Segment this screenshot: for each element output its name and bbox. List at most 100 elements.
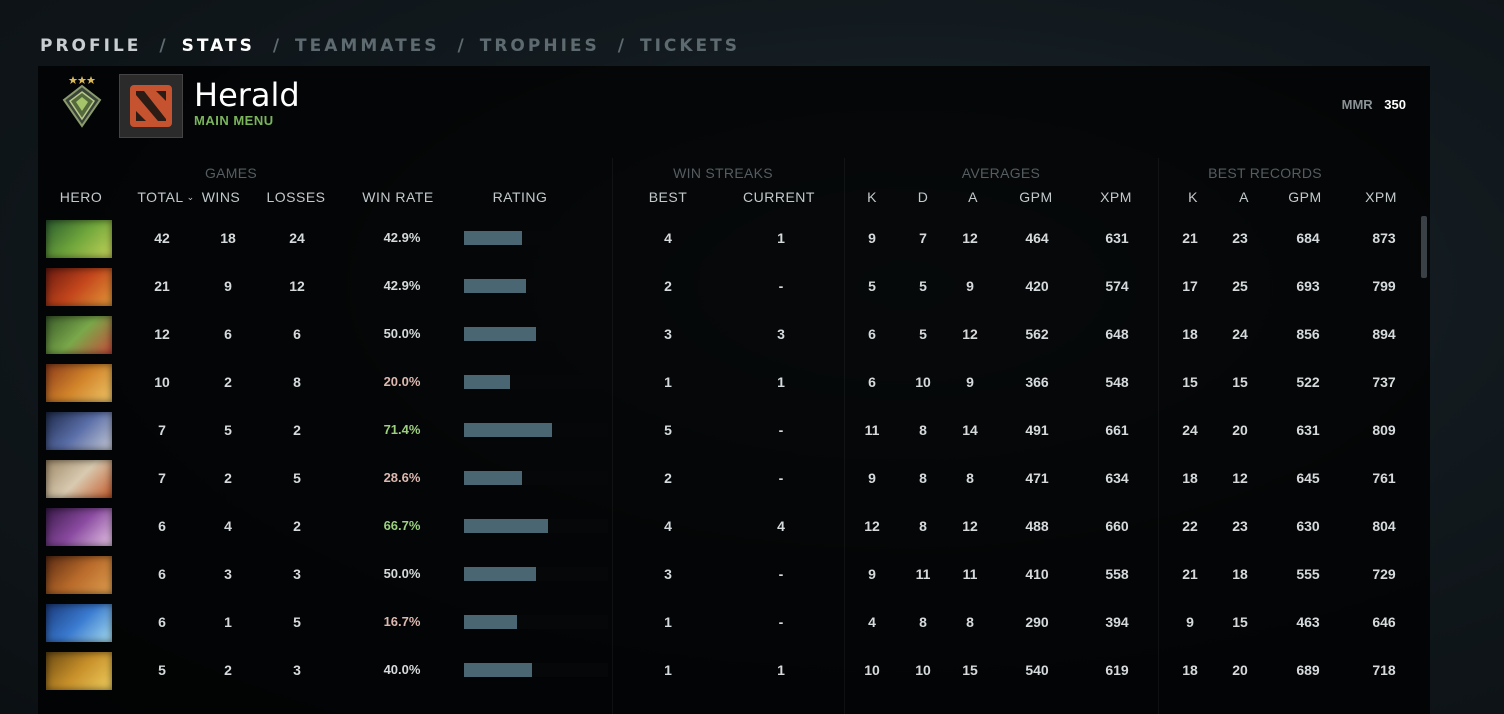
cell-avg-a: 15	[962, 662, 978, 678]
column-header-avg-assists[interactable]: A	[959, 189, 987, 205]
table-row[interactable]: 6 1 5 16.7% 1-4 8 8 290 394 9 15 463 646	[38, 598, 1430, 646]
hero-portrait[interactable]	[46, 412, 112, 450]
rating-bar-fill	[464, 663, 532, 677]
rating-bar	[464, 567, 608, 581]
hero-portrait[interactable]	[46, 364, 112, 402]
cell-win-rate: 16.7%	[383, 614, 421, 629]
column-header-rating[interactable]: RATING	[480, 189, 560, 205]
cell-best-k: 18	[1182, 470, 1198, 486]
rating-bar	[464, 663, 608, 677]
cell-losses: 24	[289, 230, 305, 246]
cell-best-gpm: 693	[1296, 278, 1320, 294]
column-header-avg-xpm[interactable]: XPM	[1092, 189, 1140, 205]
cell-avg-gpm: 464	[1025, 230, 1049, 246]
rating-bar-fill	[464, 375, 510, 389]
column-header-best-kills[interactable]: K	[1179, 189, 1207, 205]
cell-avg-k: 6	[868, 374, 876, 390]
column-header-total[interactable]: TOTAL ⌄	[130, 189, 202, 205]
cell-best-xpm: 737	[1372, 374, 1396, 390]
cell-best-a: 12	[1232, 470, 1248, 486]
rating-bar	[464, 279, 608, 293]
nav-stats[interactable]: STATS	[182, 36, 255, 56]
hero-portrait[interactable]	[46, 268, 112, 306]
nav-tickets[interactable]: TICKETS	[640, 36, 740, 56]
cell-best-gpm: 645	[1296, 470, 1320, 486]
table-row[interactable]: 7 5 2 71.4% 5 - 11 8 14 491 661 24 20 631 809	[38, 406, 1430, 454]
rating-bar	[464, 423, 608, 437]
column-header-avg-gpm[interactable]: GPM	[1012, 189, 1060, 205]
cell-best-xpm: 809	[1372, 422, 1396, 438]
nav-profile[interactable]: PROFILE	[40, 36, 141, 56]
column-header-best-assists[interactable]: A	[1230, 189, 1258, 205]
mmr-label: MMR	[1341, 97, 1373, 112]
column-header-avg-kills[interactable]: K	[858, 189, 886, 205]
cell-best-a: 18	[1232, 566, 1248, 582]
hero-portrait[interactable]	[46, 556, 112, 594]
column-header-avg-deaths[interactable]: D	[909, 189, 937, 205]
table-row[interactable]: 21 9 12 42.9% 2 - 5 5 9 420 574 17 25 693 799	[38, 262, 1430, 310]
cell-best-k: 9	[1186, 614, 1194, 630]
cell-best-a: 20	[1232, 422, 1248, 438]
cell-best-gpm: 689	[1296, 662, 1320, 678]
hero-portrait[interactable]	[46, 508, 112, 546]
hero-portrait[interactable]	[46, 220, 112, 258]
table-row[interactable]: 6 4 2 66.7% 4 4 12 8 12 488 660 22 23 630 804	[38, 502, 1430, 550]
cell-losses: 2	[293, 518, 301, 534]
column-header-streak-best[interactable]: BEST	[638, 189, 698, 205]
rating-bar-fill	[464, 279, 526, 293]
hero-portrait[interactable]	[46, 316, 112, 354]
cell-best-xpm: 873	[1372, 230, 1396, 246]
rating-bar-fill	[464, 327, 536, 341]
cell-total: 21	[154, 278, 170, 294]
cell-best-gpm: 630	[1296, 518, 1320, 534]
cell-avg-xpm: 631	[1105, 230, 1129, 246]
nav-trophies[interactable]: TROPHIES	[480, 36, 600, 56]
cell-current: -	[778, 278, 784, 294]
cell-best-a: 24	[1232, 326, 1248, 342]
cell-best-k: 18	[1182, 662, 1198, 678]
cell-best-a: 15	[1232, 374, 1248, 390]
column-header-losses[interactable]: LOSSES	[262, 189, 330, 205]
cell-avg-a: 11	[962, 566, 978, 582]
cell-losses: 5	[293, 470, 301, 486]
cell-current: 1	[777, 230, 785, 246]
rating-bar	[464, 231, 608, 245]
cell-best-gpm: 555	[1296, 566, 1320, 582]
cell-total: 7	[158, 470, 166, 486]
table-row[interactable]: 5 2 3 40.0% 1 1 10 10 15 540 619 18 20 689 718	[38, 646, 1430, 694]
column-header-total-label: TOTAL	[137, 189, 184, 205]
cell-avg-d: 5	[919, 326, 927, 342]
column-header-best-xpm[interactable]: XPM	[1357, 189, 1405, 205]
table-scrollbar[interactable]	[1421, 216, 1427, 278]
cell-avg-d: 10	[915, 662, 931, 678]
cell-avg-xpm: 394	[1105, 614, 1129, 630]
cell-wins: 18	[220, 230, 236, 246]
nav-teammates[interactable]: TEAMMATES	[295, 36, 440, 56]
hero-portrait[interactable]	[46, 460, 112, 498]
table-row[interactable]: 7 2 5 28.6% 2 - 9 8 8 471 634 18 12 645 761	[38, 454, 1430, 502]
cell-avg-k: 9	[868, 230, 876, 246]
column-header-hero[interactable]: HERO	[50, 189, 112, 205]
hero-portrait[interactable]	[46, 604, 112, 642]
cell-best-gpm: 522	[1296, 374, 1320, 390]
cell-avg-d: 10	[915, 374, 931, 390]
rating-bar-fill	[464, 519, 548, 533]
cell-avg-gpm: 488	[1025, 518, 1049, 534]
column-header-wins[interactable]: WINS	[196, 189, 246, 205]
hero-portrait[interactable]	[46, 652, 112, 690]
cell-avg-gpm: 420	[1025, 278, 1049, 294]
table-row[interactable]: 12 6 6 50.0% 3 3 6 5 12 562 648 18 24 856 894	[38, 310, 1430, 358]
column-header-best-gpm[interactable]: GPM	[1281, 189, 1329, 205]
column-header-streak-current[interactable]: CURRENT	[736, 189, 822, 205]
cell-current: 3	[777, 326, 785, 342]
table-row[interactable]: 42 18 24 42.9% 4 1 9 7 12 464 631 21 23 684 873	[38, 214, 1430, 262]
cell-avg-d: 7	[919, 230, 927, 246]
column-header-win-rate[interactable]: WIN RATE	[356, 189, 440, 205]
cell-best: 3	[664, 566, 672, 582]
table-row[interactable]: 6 3 3 50.0% 3 - 9 11 11 410 558 21 18 555 729	[38, 550, 1430, 598]
rating-bar-fill	[464, 615, 517, 629]
table-row[interactable]: 10 2 8 20.0% 1 1 6 10 9 366 548 15 15 522 737	[38, 358, 1430, 406]
rating-bar	[464, 327, 608, 341]
cell-losses: 3	[293, 662, 301, 678]
cell-best-gpm: 631	[1296, 422, 1320, 438]
